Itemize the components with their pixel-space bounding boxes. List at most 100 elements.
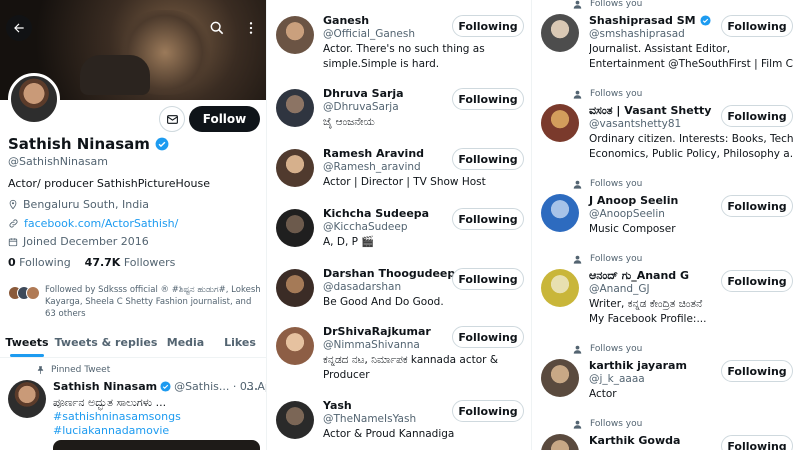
avatar[interactable] bbox=[541, 269, 579, 307]
user-name[interactable]: J Anoop Seelin bbox=[589, 194, 678, 207]
verified-badge-icon bbox=[155, 137, 169, 151]
following-count-link[interactable]: 0 Following bbox=[8, 256, 71, 269]
following-button[interactable]: Following bbox=[452, 326, 524, 348]
user-handle: @smshashiprasad bbox=[589, 28, 685, 40]
joined-row: Joined December 2016 bbox=[8, 235, 149, 248]
following-button[interactable]: Following bbox=[452, 268, 524, 290]
follow-counts: 0 Following 47.7K Followers bbox=[8, 256, 175, 269]
user-bio: Writer, ಕನ್ನಡ ಕೇಂದ್ರಿತ ಚಿಂತನೆ bbox=[589, 298, 703, 310]
following-button[interactable]: Following bbox=[721, 270, 793, 292]
avatar[interactable] bbox=[541, 359, 579, 397]
follows-you-label: Follows you bbox=[573, 344, 642, 354]
tweet-hashtag-1[interactable]: #sathishninasamsongs bbox=[53, 410, 181, 423]
person-icon bbox=[573, 180, 582, 189]
user-handle: @Official_Ganesh bbox=[323, 28, 416, 40]
user-name[interactable]: ಆನಂದ್ ಗು_Anand G bbox=[589, 269, 689, 283]
user-name[interactable]: Darshan Thoogudeepa bbox=[323, 267, 463, 280]
tab-media[interactable]: Media bbox=[158, 328, 213, 357]
avatar[interactable] bbox=[276, 149, 314, 187]
following-button[interactable]: Following bbox=[452, 208, 524, 230]
avatar[interactable] bbox=[541, 14, 579, 52]
location-row: Bengaluru South, India bbox=[8, 198, 149, 211]
verified-badge-icon bbox=[160, 381, 171, 392]
profile-website-link[interactable]: facebook.com/ActorSathish/ bbox=[24, 217, 178, 230]
following-list-panel: Ganesh @Official_Ganesh Actor. There's no … bbox=[268, 0, 532, 450]
avatar[interactable] bbox=[276, 209, 314, 247]
profile-avatar[interactable] bbox=[8, 73, 60, 125]
user-bio: Actor | Director | TV Show Host bbox=[323, 176, 486, 188]
user-handle: @Anand_GJ bbox=[589, 283, 650, 295]
following-button[interactable]: Following bbox=[721, 435, 793, 450]
search-icon[interactable] bbox=[204, 15, 230, 41]
message-icon[interactable] bbox=[159, 106, 185, 132]
follows-you-label: Follows you bbox=[573, 0, 642, 9]
profile-joined: Joined December 2016 bbox=[23, 235, 149, 248]
following-button[interactable]: Following bbox=[452, 15, 524, 37]
follows-you-label: Follows you bbox=[573, 419, 642, 429]
user-name[interactable]: Yash bbox=[323, 399, 352, 412]
user-bio: Entertainment @TheSouthFirst | Film C... bbox=[589, 58, 794, 70]
user-handle: @NimmaShivanna bbox=[323, 339, 420, 351]
user-handle: @Ramesh_aravind bbox=[323, 161, 421, 173]
user-name-row: ಆನಂದ್ ಗು_Anand G bbox=[589, 269, 689, 283]
following-button[interactable]: Following bbox=[452, 148, 524, 170]
person-icon bbox=[573, 420, 582, 429]
followers-count-link[interactable]: 47.7K Followers bbox=[85, 256, 176, 269]
avatar[interactable] bbox=[541, 194, 579, 232]
profile-handle: @SathishNinasam bbox=[8, 155, 108, 168]
profile-location: Bengaluru South, India bbox=[23, 198, 149, 211]
followed-by-avatars bbox=[8, 286, 40, 320]
user-bio: Be Good And Do Good. bbox=[323, 296, 444, 308]
user-name[interactable]: Kichcha Sudeepa bbox=[323, 207, 429, 220]
tweet-author-avatar[interactable] bbox=[8, 380, 46, 418]
tweet-media[interactable] bbox=[53, 440, 260, 450]
tweet-text: ಪೂರ್ಣನ ಅದ್ಭುತ ಸಾಲುಗಳು ... bbox=[53, 396, 167, 409]
user-bio: Music Composer bbox=[589, 223, 676, 235]
banner-motorcycle bbox=[80, 55, 150, 95]
avatar[interactable] bbox=[276, 269, 314, 307]
avatar[interactable] bbox=[541, 104, 579, 142]
person-icon bbox=[573, 255, 582, 264]
avatar[interactable] bbox=[276, 89, 314, 127]
avatar[interactable] bbox=[276, 327, 314, 365]
user-handle: @dasadarshan bbox=[323, 281, 402, 293]
tab-likes[interactable]: Likes bbox=[213, 328, 266, 357]
calendar-icon bbox=[8, 237, 18, 246]
user-bio: Journalist. Assistant Editor, bbox=[589, 43, 731, 55]
user-name[interactable]: Ganesh bbox=[323, 14, 369, 27]
user-bio: Actor bbox=[589, 388, 617, 400]
avatar[interactable] bbox=[276, 401, 314, 439]
user-name[interactable]: Shashiprasad SM bbox=[589, 14, 696, 27]
following-button[interactable]: Following bbox=[721, 15, 793, 37]
tweet-more-icon[interactable] bbox=[246, 383, 258, 395]
followed-by-context[interactable]: Followed by Sdksss official ® #ಶಿಷ್ಟನ ಹು… bbox=[8, 284, 264, 320]
tab-tweets[interactable]: Tweets bbox=[0, 328, 54, 357]
following-button[interactable]: Following bbox=[721, 105, 793, 127]
following-button[interactable]: Following bbox=[721, 360, 793, 382]
user-name[interactable]: DrShivaRajkumar bbox=[323, 325, 431, 338]
avatar[interactable] bbox=[276, 16, 314, 54]
user-name[interactable]: karthik jayaram bbox=[589, 359, 687, 372]
following-button[interactable]: Following bbox=[452, 88, 524, 110]
user-bio: A, D, P 🎬 bbox=[323, 236, 375, 248]
tab-tweets-replies[interactable]: Tweets & replies bbox=[54, 328, 158, 357]
user-handle: @vasantshetty81 bbox=[589, 118, 682, 130]
tweet-hashtag-2[interactable]: #luciakannadamovie bbox=[53, 424, 169, 437]
user-name[interactable]: Ramesh Aravind bbox=[323, 147, 424, 160]
follow-button[interactable]: Follow bbox=[189, 106, 260, 132]
user-name[interactable]: ವಸಂತ | Vasant Shetty bbox=[589, 104, 711, 118]
user-bio: Economics, Public Policy, Philosophy a..… bbox=[589, 148, 794, 160]
more-options-icon[interactable] bbox=[238, 15, 264, 41]
tweet-author-name[interactable]: Sathish Ninasam bbox=[53, 380, 157, 393]
avatar[interactable] bbox=[541, 434, 579, 450]
back-arrow-icon[interactable] bbox=[6, 15, 32, 41]
user-name[interactable]: Karthik Gowda bbox=[589, 434, 680, 447]
user-handle: @AnoopSeelin bbox=[589, 208, 665, 220]
user-name[interactable]: Dhruva Sarja bbox=[323, 87, 404, 100]
link-icon bbox=[9, 219, 18, 228]
following-button[interactable]: Following bbox=[452, 400, 524, 422]
following-button[interactable]: Following bbox=[721, 195, 793, 217]
user-bio: Producer bbox=[323, 369, 370, 381]
followed-by-text: Followed by Sdksss official ® #ಶಿಷ್ಟನ ಹು… bbox=[45, 285, 261, 319]
profile-name: Sathish Ninasam bbox=[8, 135, 150, 153]
